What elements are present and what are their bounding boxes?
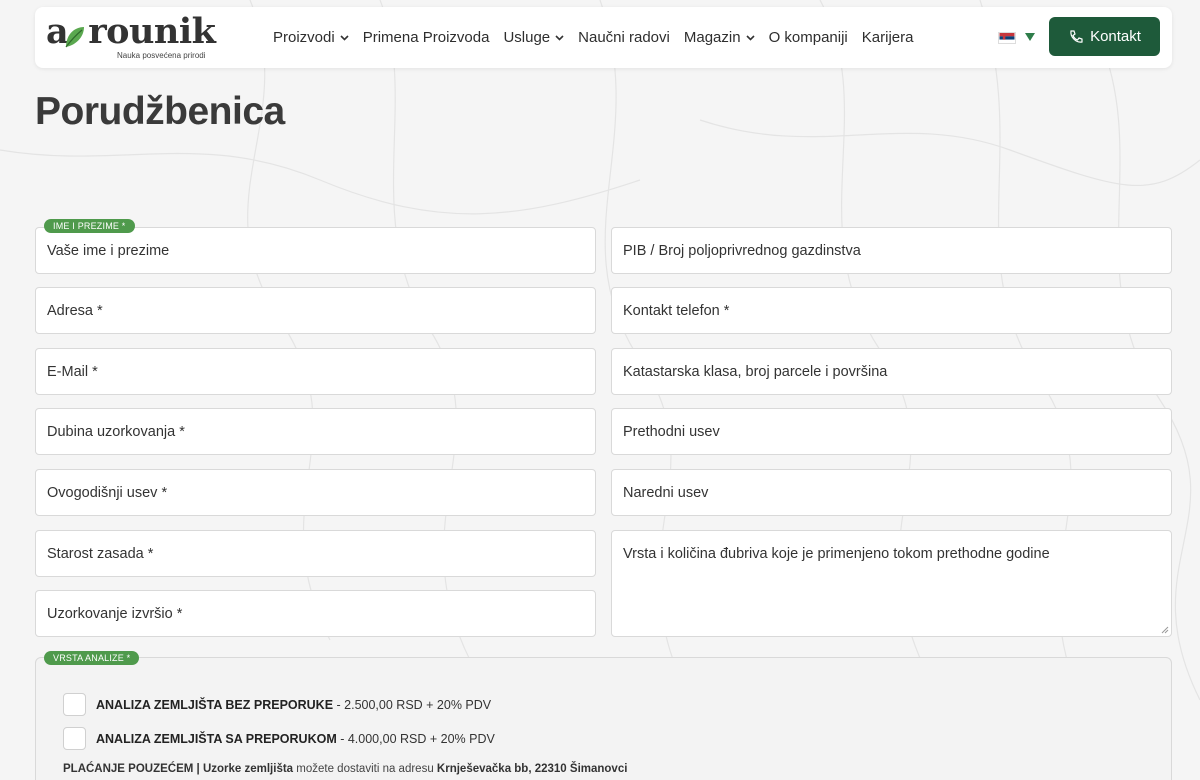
plantation-age-field[interactable]: Starost zasada * xyxy=(35,530,596,577)
logo-tagline: Nauka posvećena prirodi xyxy=(117,51,206,60)
option-text: ANALIZA ZEMLJIŠTA BEZ PREPORUKE - 2.500,… xyxy=(96,698,491,712)
resize-grip-icon[interactable] xyxy=(1161,626,1169,634)
previous-crop-field[interactable]: Prethodni usev xyxy=(611,408,1172,455)
chevron-down-icon xyxy=(555,34,564,41)
fertilizer-textarea[interactable]: Vrsta i količina đubriva koje je primenj… xyxy=(611,530,1172,637)
checkbox[interactable] xyxy=(63,727,86,750)
nav-item-label: Primena Proizvoda xyxy=(362,29,490,46)
option-name: ANALIZA ZEMLJIŠTA SA PREPORUKOM xyxy=(96,731,337,746)
note-address: Krnješevačka bb, 22310 Šimanovci xyxy=(436,763,628,775)
name-field[interactable]: Vaše ime i prezime xyxy=(35,227,596,274)
option-text: ANALIZA ZEMLJIŠTA SA PREPORUKOM - 4.000,… xyxy=(96,732,495,746)
nav-item-label: Karijera xyxy=(861,29,914,46)
option-price: - 2.500,00 RSD + 20% PDV xyxy=(333,697,492,712)
option-without-recommendation[interactable]: ANALIZA ZEMLJIŠTA BEZ PREPORUKE - 2.500,… xyxy=(63,693,491,716)
nav-item-usluge[interactable]: Usluge xyxy=(503,29,564,46)
option-price: - 4.000,00 RSD + 20% PDV xyxy=(336,731,495,746)
option-name: ANALIZA ZEMLJIŠTA BEZ PREPORUKE xyxy=(96,697,334,712)
site-header: a rounik Nauka posvećena prirodi Proizvod… xyxy=(35,7,1172,68)
sampling-depth-field[interactable]: Dubina uzorkovanja * xyxy=(35,408,596,455)
leaf-icon xyxy=(65,27,84,48)
pib-field[interactable]: PIB / Broj poljoprivrednog gazdinstva xyxy=(611,227,1172,274)
phone-icon xyxy=(1070,29,1083,43)
nav-item-label: Proizvodi xyxy=(273,29,335,46)
nav-item-karijera[interactable]: Karijera xyxy=(862,29,914,46)
nav-item-label: Naučni radovi xyxy=(578,29,670,46)
checkbox[interactable] xyxy=(63,693,86,716)
agrounik-logo[interactable]: a rounik Nauka posvećena prirodi xyxy=(46,11,221,63)
analysis-type-group xyxy=(35,657,1172,780)
nav-item-proizvodi[interactable]: Proizvodi xyxy=(273,29,349,46)
nav-item-magazin[interactable]: Magazin xyxy=(684,29,755,46)
kontakt-button-label: Kontakt xyxy=(1090,28,1141,45)
page-title: Porudžbenica xyxy=(35,90,285,133)
address-field[interactable]: Adresa * xyxy=(35,287,596,334)
name-field-pill: IME I PREZIME * xyxy=(44,219,135,233)
payment-note: PLAĆANJE POUZEĆEM | Uzorke zemljišta mož… xyxy=(63,763,627,775)
nav-item-label: Magazin xyxy=(683,29,741,46)
note-bold-1: PLAĆANJE POUZEĆEM | Uzorke zemljišta xyxy=(63,763,294,775)
nav-item-label: Usluge xyxy=(503,29,551,46)
sampled-by-field[interactable]: Uzorkovanje izvršio * xyxy=(35,590,596,637)
nav-item-primena[interactable]: Primena Proizvoda xyxy=(363,29,490,46)
email-field[interactable]: E-Mail * xyxy=(35,348,596,395)
serbia-flag-icon[interactable] xyxy=(998,32,1016,44)
nav-item-o-kompaniji[interactable]: O kompaniji xyxy=(769,29,848,46)
chevron-down-icon xyxy=(745,34,755,41)
fertilizer-placeholder: Vrsta i količina đubriva koje je primenj… xyxy=(623,546,1050,562)
kontakt-button[interactable]: Kontakt xyxy=(1049,17,1160,56)
cadastral-field[interactable]: Katastarska klasa, broj parcele i površi… xyxy=(611,348,1172,395)
nav-item-naucni-radovi[interactable]: Naučni radovi xyxy=(578,29,670,46)
analysis-type-pill: VRSTA ANALIZE * xyxy=(44,651,140,665)
language-dropdown-icon[interactable] xyxy=(1025,33,1035,41)
main-nav: Proizvodi Primena Proizvoda Usluge Naučn… xyxy=(273,7,927,68)
option-with-recommendation[interactable]: ANALIZA ZEMLJIŠTA SA PREPORUKOM - 4.000,… xyxy=(63,727,495,750)
next-crop-field[interactable]: Naredni usev xyxy=(611,469,1172,516)
note-text: možete dostaviti na adresu xyxy=(293,763,437,775)
current-crop-field[interactable]: Ovogodišnji usev * xyxy=(35,469,596,516)
phone-field[interactable]: Kontakt telefon * xyxy=(611,287,1172,334)
nav-item-label: O kompaniji xyxy=(768,29,848,46)
chevron-down-icon xyxy=(340,34,349,41)
